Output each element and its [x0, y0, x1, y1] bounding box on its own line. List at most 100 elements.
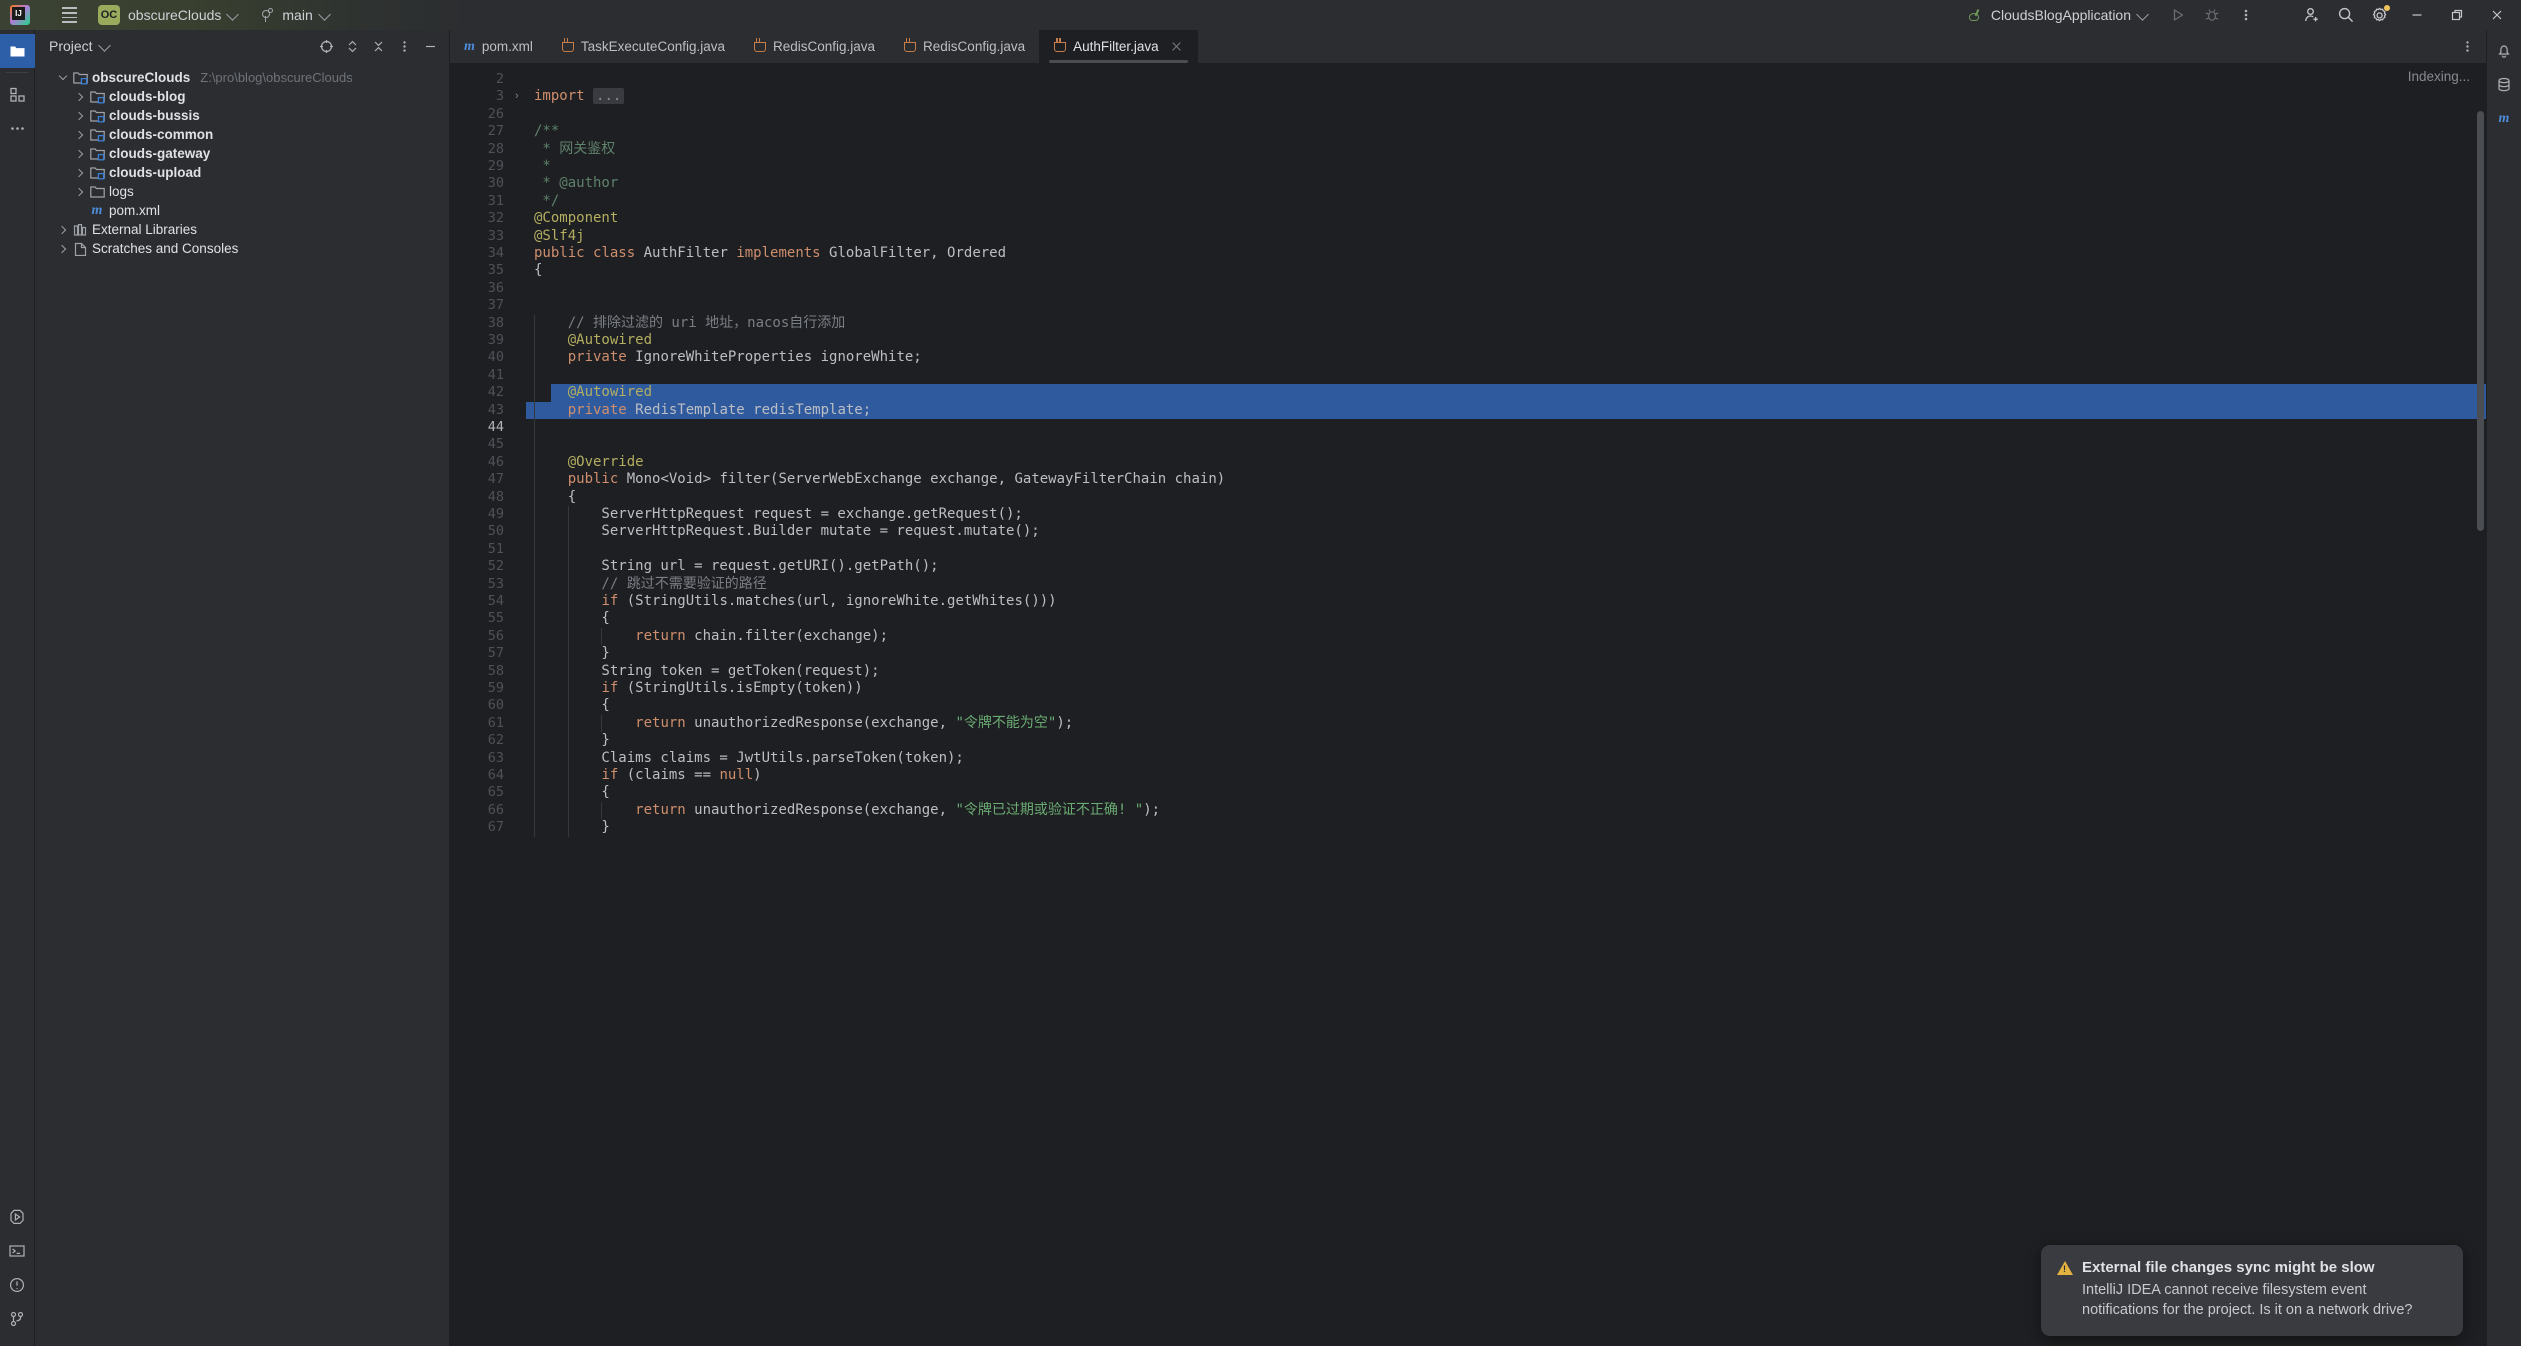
code-line[interactable]: return unauthorizedResponse(exchange, "令… — [534, 802, 1160, 819]
chevron-right-icon[interactable] — [72, 127, 88, 143]
code-line[interactable]: Claims claims = JwtUtils.parseToken(toke… — [534, 750, 963, 767]
chevron-right-icon[interactable] — [55, 241, 71, 257]
code-line[interactable]: String token = getToken(request); — [534, 663, 879, 680]
editor-tab-taskexecuteconfig-java[interactable]: TaskExecuteConfig.java — [547, 30, 739, 63]
code-line[interactable]: public Mono<Void> filter(ServerWebExchan… — [534, 471, 1225, 488]
code-line[interactable]: @Autowired — [534, 332, 652, 349]
code-line[interactable]: @Autowired — [534, 384, 652, 401]
editor-tab-redisconfig-java[interactable]: RedisConfig.java — [739, 30, 889, 63]
code-line[interactable]: * @author — [534, 175, 618, 192]
code-line[interactable]: ServerHttpRequest.Builder mutate = reque… — [534, 523, 1039, 540]
editor-fold-gutter[interactable]: › — [512, 63, 526, 1346]
tree-node-external-libraries[interactable]: External Libraries — [35, 220, 449, 239]
hide-panel-icon[interactable] — [417, 33, 443, 59]
structure-tool-icon[interactable] — [0, 77, 35, 111]
collapse-all-icon[interactable] — [365, 33, 391, 59]
code-line[interactable]: /** — [534, 123, 559, 140]
hamburger-menu-icon[interactable] — [54, 0, 84, 30]
debug-bug-icon[interactable] — [2195, 0, 2229, 30]
editor-code-surface[interactable]: import ... /** * 网关鉴权 * * @author */@Comp… — [526, 63, 2486, 1346]
window-close-icon[interactable] — [2477, 0, 2517, 30]
code-line[interactable]: public class AuthFilter implements Globa… — [534, 245, 1006, 262]
tree-node-pom-xml[interactable]: m pom.xml — [35, 201, 449, 220]
editor-tab-authfilter-java[interactable]: AuthFilter.java — [1039, 30, 1198, 63]
code-line[interactable]: // 跳过不需要验证的路径 — [534, 576, 766, 593]
run-play-icon[interactable] — [2161, 0, 2195, 30]
code-line[interactable]: if (claims == null) — [534, 767, 761, 784]
code-line[interactable]: { — [534, 262, 542, 279]
notification-balloon[interactable]: External file changes sync might be slow… — [2041, 1245, 2463, 1336]
tree-node-clouds-common[interactable]: clouds-common — [35, 125, 449, 144]
editor-gutter[interactable]: 2 3 26 27 28 29 30 31 32 33 34 35 36 37 38 39 40 41 42 43 44… — [450, 63, 512, 1346]
code-line[interactable]: { — [534, 697, 609, 714]
close-tab-icon[interactable] — [1170, 40, 1184, 54]
code-line[interactable]: { — [534, 489, 576, 506]
code-line[interactable]: private RedisTemplate redisTemplate; — [534, 402, 871, 419]
code-line[interactable]: private IgnoreWhiteProperties ignoreWhit… — [534, 349, 922, 366]
chevron-down-icon[interactable] — [97, 38, 111, 52]
code-line[interactable]: if (StringUtils.isEmpty(token)) — [534, 680, 862, 697]
code-line[interactable]: } — [534, 732, 609, 749]
editor-vertical-scrollbar[interactable] — [2477, 111, 2484, 531]
code-line[interactable]: * 网关鉴权 — [534, 141, 615, 158]
more-vertical-icon[interactable] — [2454, 34, 2480, 60]
more-tools-icon[interactable] — [0, 111, 35, 145]
options-menu-icon[interactable] — [391, 33, 417, 59]
window-restore-icon[interactable] — [2437, 0, 2477, 30]
chevron-right-icon[interactable] — [55, 222, 71, 238]
code-token: if — [601, 767, 627, 783]
line-number: 60 — [487, 697, 504, 714]
tree-node-clouds-upload[interactable]: clouds-upload — [35, 163, 449, 182]
code-line[interactable]: return chain.filter(exchange); — [534, 628, 888, 645]
add-user-icon[interactable] — [2295, 0, 2329, 30]
chevron-right-icon[interactable] — [72, 146, 88, 162]
code-line[interactable]: String url = request.getURI().getPath(); — [534, 558, 938, 575]
chevron-right-icon[interactable] — [72, 184, 88, 200]
tree-node-obscureclouds[interactable]: obscureClouds Z:\pro\blog\obscureClouds — [35, 68, 449, 87]
code-line[interactable]: } — [534, 645, 609, 662]
code-line[interactable]: if (StringUtils.matches(url, ignoreWhite… — [534, 593, 1056, 610]
maven-icon[interactable]: m — [2487, 102, 2521, 136]
tree-node-clouds-blog[interactable]: clouds-blog — [35, 87, 449, 106]
chevron-right-icon[interactable] — [72, 89, 88, 105]
code-line[interactable]: * — [534, 158, 550, 175]
code-line[interactable]: @Override — [534, 454, 644, 471]
run-tool-icon[interactable] — [0, 1200, 35, 1234]
tree-node-clouds-bussis[interactable]: clouds-bussis — [35, 106, 449, 125]
code-line[interactable]: } — [534, 819, 609, 836]
notifications-bell-icon[interactable] — [2487, 34, 2521, 68]
chevron-right-icon[interactable] — [72, 165, 88, 181]
code-line[interactable]: @Slf4j — [534, 228, 585, 245]
git-tool-icon[interactable] — [0, 1302, 35, 1336]
gear-icon[interactable] — [2363, 0, 2397, 30]
expand-collapse-icon[interactable] — [339, 33, 365, 59]
tree-node-scratches-and-consoles[interactable]: Scratches and Consoles — [35, 239, 449, 258]
select-opened-file-icon[interactable] — [313, 33, 339, 59]
code-line[interactable]: // 排除过滤的 uri 地址，nacos自行添加 — [534, 315, 846, 332]
editor-tab-pom-xml[interactable]: m pom.xml — [450, 30, 547, 63]
terminal-tool-icon[interactable] — [0, 1234, 35, 1268]
code-line[interactable]: @Component — [534, 210, 618, 227]
chevron-right-icon[interactable] — [72, 108, 88, 124]
code-line[interactable]: */ — [534, 193, 559, 210]
code-line[interactable]: { — [534, 610, 609, 627]
problems-tool-icon[interactable] — [0, 1268, 35, 1302]
code-line[interactable]: { — [534, 784, 609, 801]
code-line[interactable]: ServerHttpRequest request = exchange.get… — [534, 506, 1022, 523]
run-config-widget[interactable]: CloudsBlogApplication — [1967, 0, 2149, 30]
branch-widget[interactable]: main — [237, 0, 331, 30]
chevron-down-icon[interactable] — [55, 70, 71, 86]
database-icon[interactable] — [2487, 68, 2521, 102]
fold-expand-icon[interactable]: › — [515, 88, 519, 105]
code-line[interactable]: return unauthorizedResponse(exchange, "令… — [534, 715, 1073, 732]
project-widget[interactable]: OC obscureClouds — [98, 0, 240, 30]
code-line[interactable]: import ... — [534, 88, 625, 105]
search-icon[interactable] — [2329, 0, 2363, 30]
tree-node-clouds-gateway[interactable]: clouds-gateway — [35, 144, 449, 163]
code-token: (claims == — [626, 767, 720, 783]
project-tool-icon[interactable] — [0, 34, 35, 68]
more-vertical-icon[interactable] — [2229, 0, 2263, 30]
window-minimize-icon[interactable] — [2397, 0, 2437, 30]
editor-tab-redisconfig-java[interactable]: RedisConfig.java — [889, 30, 1039, 63]
tree-node-logs[interactable]: logs — [35, 182, 449, 201]
